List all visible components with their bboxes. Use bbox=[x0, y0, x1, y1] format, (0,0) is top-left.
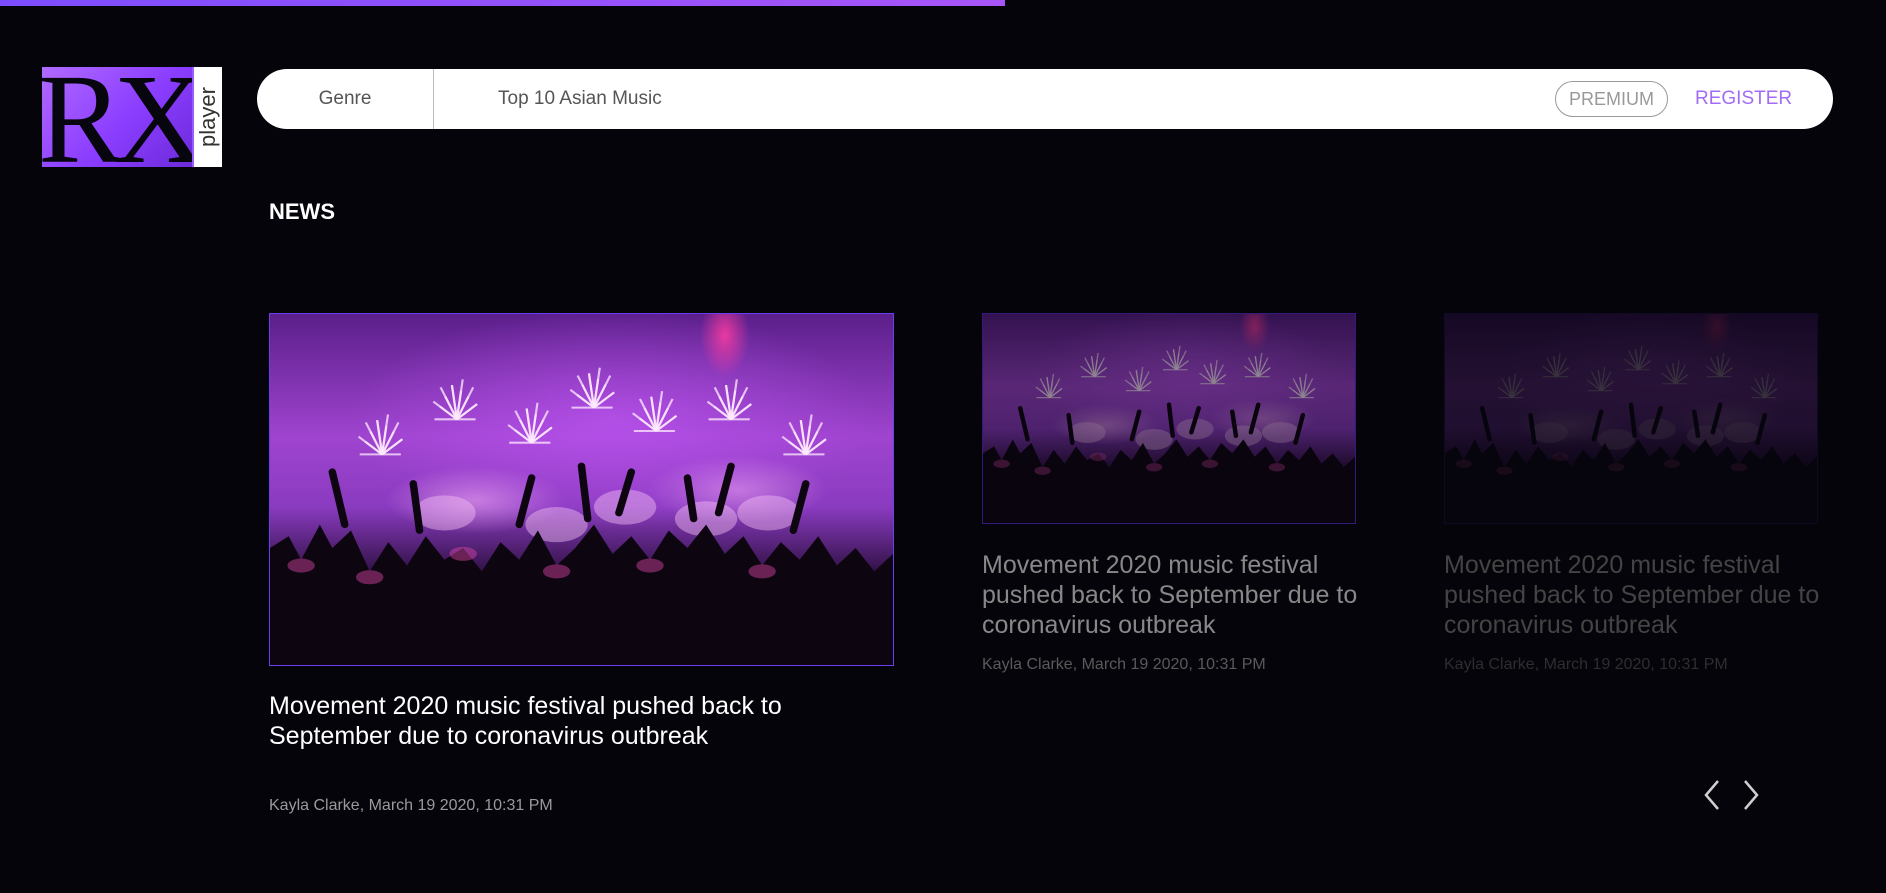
news-card-image[interactable] bbox=[982, 313, 1356, 524]
logo-mark-text: RX bbox=[42, 67, 192, 167]
chevron-left-icon bbox=[1704, 780, 1719, 810]
carousel-next-button[interactable] bbox=[1737, 777, 1763, 813]
news-section-title: NEWS bbox=[269, 199, 335, 224]
register-link[interactable]: REGISTER bbox=[1695, 81, 1792, 117]
news-card-image[interactable] bbox=[269, 313, 894, 666]
search-input[interactable] bbox=[498, 81, 1298, 117]
concert-crowd-illustration bbox=[270, 367, 893, 665]
news-card-meta: Kayla Clarke, March 19 2020, 10:31 PM bbox=[1444, 656, 1728, 673]
news-card-meta: Kayla Clarke, March 19 2020, 10:31 PM bbox=[269, 797, 553, 814]
genre-dropdown-button[interactable]: Genre bbox=[257, 69, 434, 129]
search-bar: Genre PREMIUM REGISTER bbox=[257, 69, 1833, 129]
carousel-prev-button[interactable] bbox=[1700, 777, 1726, 813]
page-progress-bar bbox=[0, 0, 1886, 6]
chevron-right-icon bbox=[1744, 780, 1759, 810]
logo-mark: RX bbox=[42, 67, 192, 167]
news-card-title[interactable]: Movement 2020 music festival pushed back… bbox=[269, 691, 829, 751]
news-card-meta: Kayla Clarke, March 19 2020, 10:31 PM bbox=[982, 656, 1266, 673]
logo-tag: player bbox=[192, 67, 222, 167]
concert-crowd-illustration bbox=[1445, 345, 1817, 523]
premium-button[interactable]: PREMIUM bbox=[1555, 81, 1668, 117]
news-card-image[interactable] bbox=[1444, 313, 1818, 524]
rx-player-logo[interactable]: RX player bbox=[42, 67, 222, 167]
news-card-title[interactable]: Movement 2020 music festival pushed back… bbox=[982, 550, 1372, 640]
logo-tag-text: player bbox=[195, 87, 220, 147]
page-progress-fill bbox=[0, 0, 1006, 6]
news-card-title[interactable]: Movement 2020 music festival pushed back… bbox=[1444, 550, 1844, 640]
concert-crowd-illustration bbox=[983, 345, 1355, 523]
